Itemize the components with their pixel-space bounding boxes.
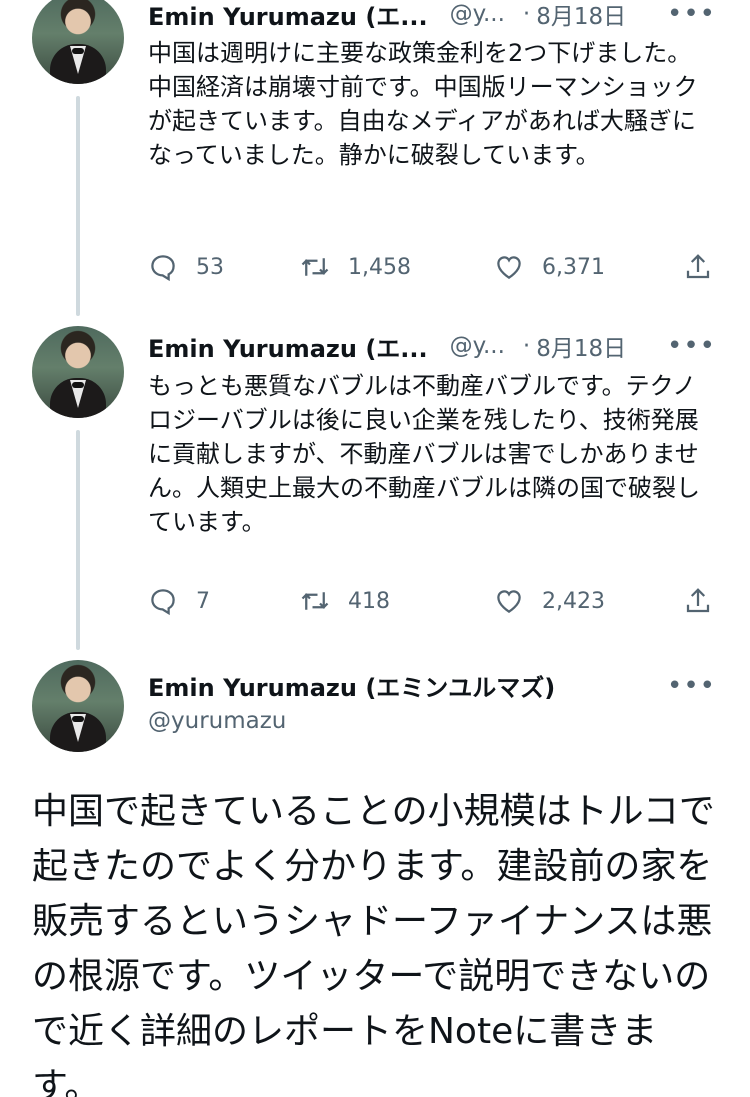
like-button[interactable]: 2,423 <box>494 586 605 616</box>
retweet-count: 418 <box>348 588 390 614</box>
comment-bubble-icon <box>151 589 175 616</box>
avatar[interactable] <box>32 0 124 84</box>
retweet-icon <box>301 258 329 276</box>
comment-bubble-icon <box>151 255 175 282</box>
reply-count: 7 <box>196 588 210 614</box>
share-button[interactable] <box>683 252 731 282</box>
tweet-header: Emin Yurumazu (エ... @y... · 8月18日 <box>148 0 626 34</box>
retweet-button[interactable]: 1,458 <box>300 252 411 282</box>
tweet-header: Emin Yurumazu (エ... @y... · 8月18日 <box>148 326 626 366</box>
author-name[interactable]: Emin Yurumazu (エ... <box>148 329 428 364</box>
more-dots-icon[interactable]: ••• <box>667 326 716 366</box>
thread-line-2 <box>76 430 80 650</box>
tweet-date[interactable]: 8月18日 <box>536 329 626 363</box>
share-icon <box>686 254 710 279</box>
author-name[interactable]: Emin Yurumazu (エ... <box>148 0 428 32</box>
reply-button[interactable]: 53 <box>148 252 224 282</box>
share-button[interactable] <box>683 586 731 616</box>
separator-dot: · <box>522 333 531 359</box>
author-handle[interactable]: @y... <box>450 333 505 359</box>
tweet-text: もっとも悪質なバブルは不動産バブルです。テクノロジーバブルは後に良い企業を残した… <box>148 372 700 536</box>
share-icon <box>686 588 710 613</box>
reply-button[interactable]: 7 <box>148 586 210 616</box>
avatar[interactable] <box>32 326 124 418</box>
more-dots-icon[interactable]: ••• <box>667 666 716 706</box>
main-tweet-text: 中国で起きていることの小規模はトルコで起きたのでよく分かります。建設前の家を販売… <box>32 791 715 1097</box>
separator-dot: · <box>522 1 531 27</box>
author-name[interactable]: Emin Yurumazu (エミンユルマズ) <box>148 668 555 703</box>
tweet-text: 中国は週明けに主要な政策金利を2つ下げました。中国経済は崩壊寸前です。中国版リー… <box>148 39 698 169</box>
retweet-icon <box>301 592 329 610</box>
thread-line-1 <box>76 96 80 316</box>
more-dots-icon[interactable]: ••• <box>667 0 716 34</box>
like-count: 6,371 <box>542 254 605 280</box>
author-handle[interactable]: @yurumazu <box>148 708 286 734</box>
tweet-date[interactable]: 8月18日 <box>536 0 626 31</box>
retweet-button[interactable]: 418 <box>300 586 390 616</box>
like-button[interactable]: 6,371 <box>494 252 605 282</box>
tweet-actions: 7 418 2,423 <box>148 581 718 621</box>
tweet-actions: 53 1,458 6,371 <box>148 247 718 287</box>
avatar[interactable] <box>32 660 124 752</box>
like-count: 2,423 <box>542 588 605 614</box>
reply-count: 53 <box>196 254 224 280</box>
retweet-count: 1,458 <box>348 254 411 280</box>
heart-icon <box>497 256 521 279</box>
heart-icon <box>497 590 521 613</box>
author-handle[interactable]: @y... <box>450 1 505 27</box>
